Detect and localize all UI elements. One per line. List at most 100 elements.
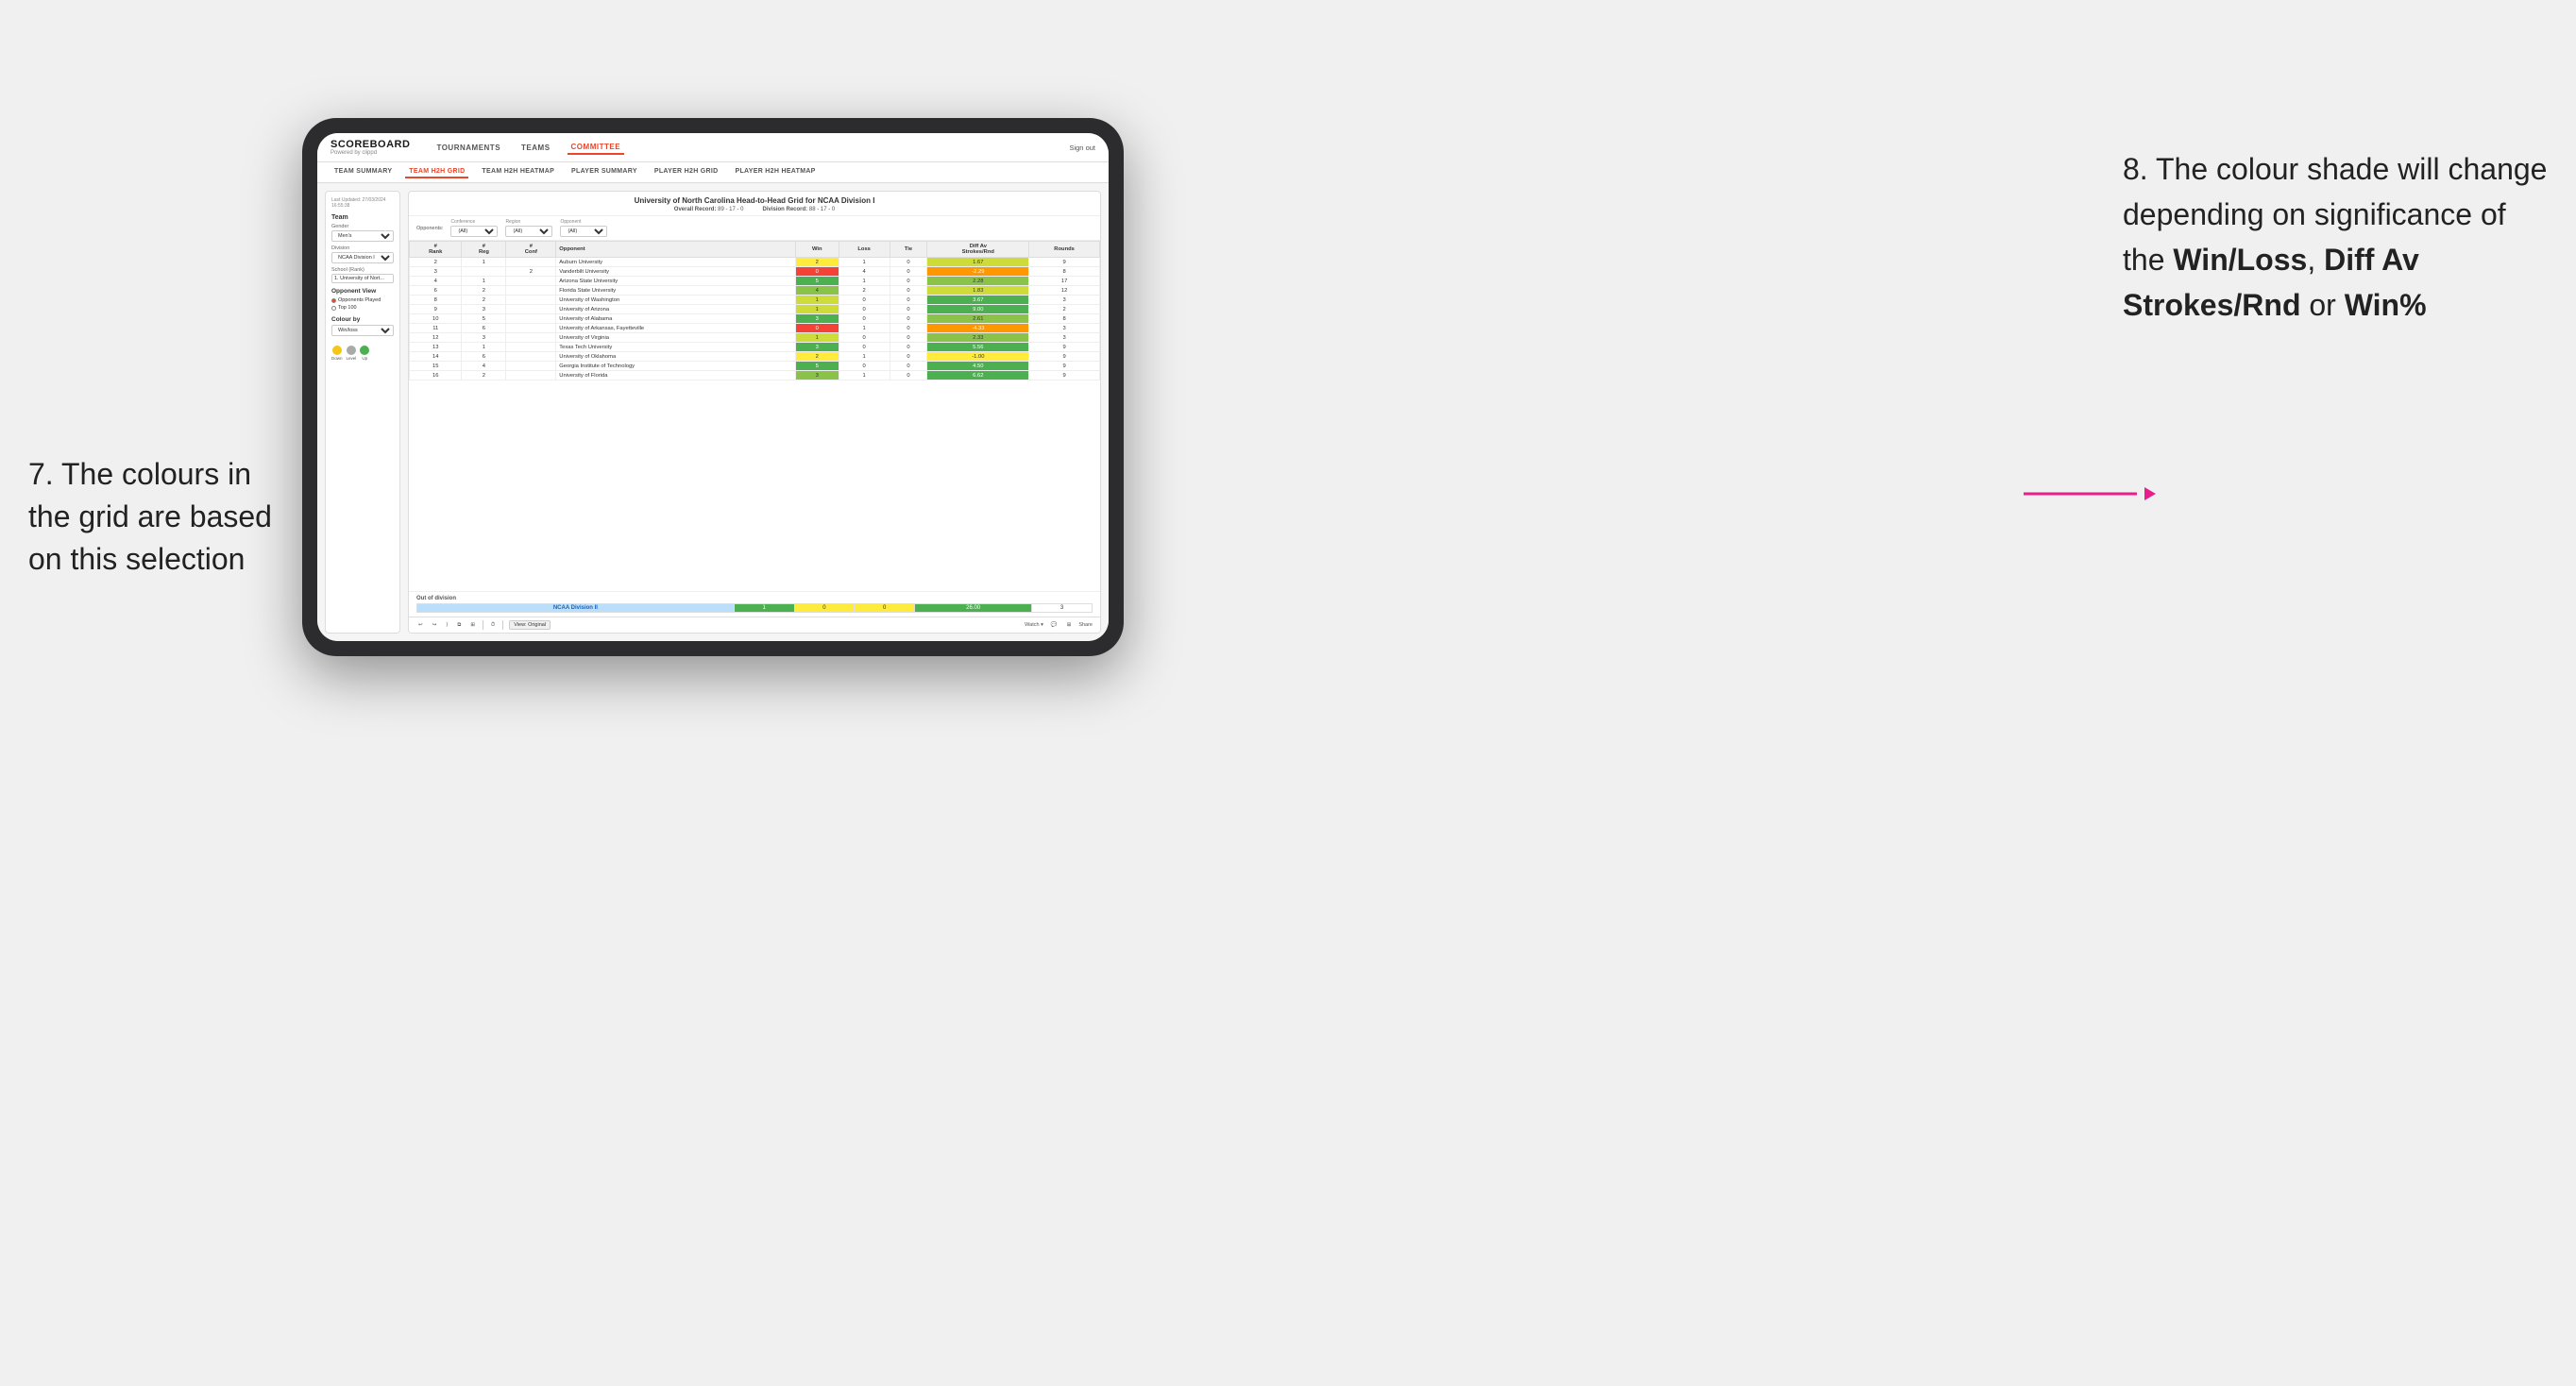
share-button[interactable]: Share — [1078, 622, 1093, 628]
out-div-win: 1 — [734, 604, 794, 613]
cell-rank: 11 — [410, 324, 462, 333]
subnav-player-h2h-heatmap[interactable]: PLAYER H2H HEATMAP — [732, 166, 820, 178]
cell-conf — [506, 333, 556, 343]
cell-rounds: 12 — [1029, 286, 1100, 296]
cell-diff: -2.29 — [927, 267, 1029, 277]
col-loss: Loss — [839, 242, 890, 258]
gender-select[interactable]: Men's — [331, 230, 394, 242]
col-tie: Tie — [890, 242, 927, 258]
table-row: 16 2 University of Florida 3 1 0 6.62 9 — [410, 371, 1100, 380]
cell-rounds: 9 — [1029, 258, 1100, 267]
opponent-select[interactable]: (All) — [560, 226, 607, 237]
cell-opponent: Vanderbilt University — [556, 267, 796, 277]
cell-diff: 5.56 — [927, 343, 1029, 352]
grid-subtitle: Overall Record: 89 - 17 - 0 Division Rec… — [416, 207, 1093, 212]
cell-diff: 2.61 — [927, 314, 1029, 324]
table-row: 4 1 Arizona State University 5 1 0 2.28 … — [410, 277, 1100, 286]
table-row: 9 3 University of Arizona 1 0 0 9.00 2 — [410, 305, 1100, 314]
logo-sub: Powered by clippd — [330, 150, 410, 156]
paste-button[interactable]: ⊞ — [468, 621, 477, 629]
subnav-player-h2h-grid[interactable]: PLAYER H2H GRID — [651, 166, 722, 178]
cell-rank: 15 — [410, 362, 462, 371]
cell-reg: 1 — [462, 258, 506, 267]
updated-timestamp: Last Updated: 27/03/2024 16:55:38 — [331, 197, 394, 209]
out-div-name: NCAA Division II — [417, 604, 735, 613]
subnav-player-summary[interactable]: PLAYER SUMMARY — [568, 166, 641, 178]
cell-rounds: 9 — [1029, 371, 1100, 380]
legend-up: Up — [360, 346, 369, 361]
legend-dot-level — [347, 346, 356, 355]
redo-button[interactable]: ↪ — [431, 621, 439, 629]
out-div-table: NCAA Division II 1 0 0 26.00 3 — [416, 603, 1093, 613]
filter-row: Opponents: Conference (All) Region (All) — [409, 216, 1100, 241]
subnav-team-h2h-grid[interactable]: TEAM H2H GRID — [405, 166, 468, 178]
forward-button[interactable]: ⟩ — [444, 621, 449, 629]
cell-conf — [506, 286, 556, 296]
division-select[interactable]: NCAA Division I — [331, 252, 394, 263]
cell-reg: 5 — [462, 314, 506, 324]
cell-conf — [506, 362, 556, 371]
nav-committee[interactable]: COMMITTEE — [568, 141, 625, 155]
out-div-loss: 0 — [794, 604, 855, 613]
cell-rounds: 9 — [1029, 352, 1100, 362]
cell-diff: 2.28 — [927, 277, 1029, 286]
cell-win: 1 — [795, 296, 839, 305]
radio-dot-filled — [331, 298, 336, 303]
cell-tie: 0 — [890, 277, 927, 286]
cell-loss: 1 — [839, 371, 890, 380]
radio-opponents-played[interactable]: Opponents Played — [331, 297, 394, 303]
clock-button[interactable]: ⏱ — [489, 621, 497, 630]
cell-rank: 10 — [410, 314, 462, 324]
cell-reg: 2 — [462, 286, 506, 296]
subnav-team-h2h-heatmap[interactable]: TEAM H2H HEATMAP — [478, 166, 558, 178]
view-original-button[interactable]: View: Original — [509, 620, 551, 630]
colour-by-select[interactable]: Win/loss — [331, 325, 394, 336]
cell-loss: 0 — [839, 362, 890, 371]
conference-filter: Conference (All) — [450, 219, 498, 237]
subnav-team-summary[interactable]: TEAM SUMMARY — [330, 166, 396, 178]
opponent-view-title: Opponent View — [331, 288, 394, 295]
team-section-title: Team — [331, 214, 394, 221]
comment-button[interactable]: 💬 — [1049, 621, 1059, 629]
nav-tournaments[interactable]: TOURNAMENTS — [432, 142, 504, 154]
region-select[interactable]: (All) — [505, 226, 552, 237]
undo-button[interactable]: ↩ — [416, 621, 425, 629]
cell-loss: 0 — [839, 296, 890, 305]
grid-button[interactable]: ⊞ — [1065, 621, 1074, 629]
cell-opponent: Florida State University — [556, 286, 796, 296]
legend-dot-up — [360, 346, 369, 355]
copy-button[interactable]: ⧉ — [455, 621, 463, 630]
conference-select[interactable]: (All) — [450, 226, 498, 237]
radio-top100[interactable]: Top 100 — [331, 305, 394, 311]
cell-win: 3 — [795, 314, 839, 324]
cell-rounds: 2 — [1029, 305, 1100, 314]
cell-conf — [506, 305, 556, 314]
cell-loss: 4 — [839, 267, 890, 277]
cell-rounds: 3 — [1029, 296, 1100, 305]
cell-opponent: University of Washington — [556, 296, 796, 305]
nav-items: TOURNAMENTS TEAMS COMMITTEE — [432, 141, 624, 155]
region-filter-label: Region — [505, 219, 552, 225]
gender-label: Gender — [331, 224, 394, 229]
cell-win: 3 — [795, 343, 839, 352]
cell-rank: 6 — [410, 286, 462, 296]
cell-tie: 0 — [890, 352, 927, 362]
grid-panel: University of North Carolina Head-to-Hea… — [408, 191, 1101, 634]
cell-win: 3 — [795, 371, 839, 380]
sign-out-link[interactable]: Sign out — [1069, 144, 1095, 152]
watch-button[interactable]: Watch ▾ — [1025, 622, 1043, 628]
cell-tie: 0 — [890, 296, 927, 305]
cell-diff: -1.00 — [927, 352, 1029, 362]
tablet-device: SCOREBOARD Powered by clippd TOURNAMENTS… — [302, 118, 1124, 656]
cell-reg: 1 — [462, 277, 506, 286]
colour-by-label: Colour by — [331, 316, 394, 323]
radio-label-1: Opponents Played — [338, 297, 381, 303]
cell-tie: 0 — [890, 362, 927, 371]
cell-conf — [506, 324, 556, 333]
cell-rounds: 8 — [1029, 314, 1100, 324]
legend-level: Level — [347, 346, 357, 361]
table-row: 10 5 University of Alabama 3 0 0 2.61 8 — [410, 314, 1100, 324]
out-div-tie: 0 — [855, 604, 915, 613]
cell-opponent: Texas Tech University — [556, 343, 796, 352]
nav-teams[interactable]: TEAMS — [517, 142, 554, 154]
